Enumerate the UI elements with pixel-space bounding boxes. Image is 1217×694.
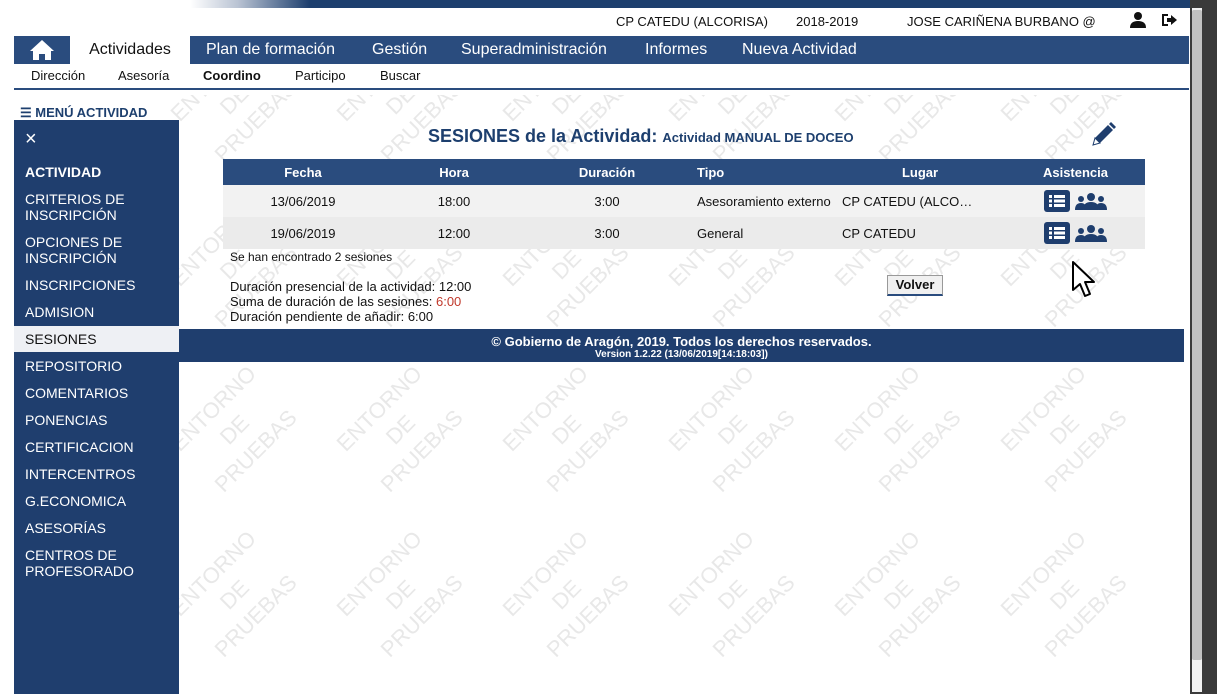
- scrollbar-thumb[interactable]: [1192, 10, 1202, 660]
- watermark-text: ENTORNODEPRUEBAS: [829, 360, 966, 497]
- nav-actividades[interactable]: Actividades: [70, 36, 190, 64]
- user-name: JOSE CARIÑENA BURBANO @: [907, 14, 1096, 29]
- nav-informes[interactable]: Informes: [645, 36, 707, 64]
- results-count: Se han encontrado 2 sesiones: [230, 250, 393, 264]
- sidebar-item-admision[interactable]: ADMISION: [25, 304, 94, 320]
- cell-asistencia: [1006, 217, 1145, 249]
- watermark-text: ENTORNODEPRUEBAS: [995, 360, 1132, 497]
- title-main: SESIONES de la Actividad:: [428, 126, 658, 146]
- pencil-icon[interactable]: [1088, 120, 1118, 150]
- duracion-presencial-label: Duración presencial de la actividad:: [230, 279, 436, 294]
- table-row[interactable]: 13/06/2019 18:00 3:00 Asesoramiento exte…: [223, 185, 1145, 217]
- col-lugar[interactable]: Lugar: [834, 159, 1006, 185]
- nav-nueva-actividad[interactable]: Nueva Actividad: [742, 36, 857, 64]
- close-icon[interactable]: ×: [25, 128, 37, 151]
- watermark-text: ENTORNODEPRUEBAS: [331, 360, 468, 497]
- cell-hora: 18:00: [383, 185, 525, 217]
- col-duracion[interactable]: Duración: [525, 159, 689, 185]
- logout-icon[interactable]: [1160, 11, 1180, 31]
- subnav-participo[interactable]: Participo: [295, 68, 346, 83]
- school-year: 2018-2019: [796, 14, 859, 29]
- suma-duracion-label: Suma de duración de las sesiones:: [230, 294, 433, 309]
- col-tipo[interactable]: Tipo: [689, 159, 834, 185]
- watermark-text: ENTORNODEPRUEBAS: [663, 525, 800, 662]
- nav-plan-formacion[interactable]: Plan de formación: [206, 36, 335, 64]
- duracion-pendiente-value: 6:00: [407, 309, 434, 324]
- cell-duracion: 3:00: [525, 185, 689, 217]
- main-nav: Actividades Plan de formación Gestión Su…: [14, 36, 1189, 64]
- top-band: [0, 0, 1190, 8]
- subnav-asesoria[interactable]: Asesoría: [118, 68, 169, 83]
- table-header-row: Fecha Hora Duración Tipo Lugar Asistenci…: [223, 159, 1145, 185]
- sidebar: × ACTIVIDAD CRITERIOS DE INSCRIPCIÓN OPC…: [14, 120, 179, 694]
- menu-actividad-toggle[interactable]: ☰ MENÚ ACTIVIDAD: [20, 105, 147, 121]
- sidebar-item-certificacion[interactable]: CERTIFICACION: [25, 439, 134, 455]
- user-icon[interactable]: [1129, 11, 1149, 31]
- volver-button[interactable]: Volver: [887, 275, 943, 296]
- subnav-direccion[interactable]: Dirección: [31, 68, 85, 83]
- sidebar-item-centros-profesorado[interactable]: CENTROS DE PROFESORADO: [25, 547, 155, 579]
- col-hora[interactable]: Hora: [383, 159, 525, 185]
- cell-lugar: CP CATEDU: [834, 217, 1006, 249]
- subnav-coordino[interactable]: Coordino: [203, 68, 261, 83]
- nav-superadministracion[interactable]: Superadministración: [461, 36, 607, 64]
- watermark-text: ENTORNODEPRUEBAS: [170, 360, 302, 497]
- nav-gestion[interactable]: Gestión: [372, 36, 427, 64]
- sidebar-item-actividad[interactable]: ACTIVIDAD: [25, 164, 101, 180]
- footer-copyright: © Gobierno de Aragón, 2019. Todos los de…: [491, 334, 872, 349]
- cell-lugar: CP CATEDU (ALCO…: [834, 185, 1006, 217]
- watermark-text: ENTORNODEPRUEBAS: [497, 525, 634, 662]
- watermark-text: ENTORNODEPRUEBAS: [170, 525, 302, 662]
- cell-duracion: 3:00: [525, 217, 689, 249]
- center-name: CP CATEDU (ALCORISA): [616, 14, 768, 29]
- cell-asistencia: [1006, 185, 1145, 217]
- attendance-list-icon[interactable]: [1043, 222, 1070, 244]
- home-icon[interactable]: [14, 36, 70, 64]
- duracion-presencial-value: 12:00: [438, 279, 472, 294]
- sidebar-item-ponencias[interactable]: PONENCIAS: [25, 412, 107, 428]
- sidebar-item-repositorio[interactable]: REPOSITORIO: [25, 358, 122, 374]
- col-fecha[interactable]: Fecha: [223, 159, 383, 185]
- footer: © Gobierno de Aragón, 2019. Todos los de…: [179, 329, 1184, 362]
- sidebar-item-sesiones[interactable]: SESIONES: [25, 331, 97, 347]
- sidebar-item-intercentros[interactable]: INTERCENTROS: [25, 466, 135, 482]
- watermark-text: ENTORNODEPRUEBAS: [995, 525, 1132, 662]
- duracion-presencial: Duración presencial de la actividad: 12:…: [230, 279, 471, 294]
- footer-version: Version 1.2.22 (13/06/2019[14:18:03]): [595, 349, 768, 360]
- cell-hora: 12:00: [383, 217, 525, 249]
- watermark-text: ENTORNODEPRUEBAS: [331, 525, 468, 662]
- cell-fecha: 19/06/2019: [223, 217, 383, 249]
- participants-icon[interactable]: [1074, 222, 1108, 244]
- subnav-buscar[interactable]: Buscar: [380, 68, 420, 83]
- watermark-text: ENTORNODEPRUEBAS: [663, 360, 800, 497]
- sessions-table: Fecha Hora Duración Tipo Lugar Asistenci…: [223, 159, 1145, 249]
- cell-tipo: General: [689, 217, 834, 249]
- cell-tipo: Asesoramiento externo: [689, 185, 834, 217]
- page-title: SESIONES de la Actividad: Actividad MANU…: [428, 126, 854, 147]
- sidebar-item-comentarios[interactable]: COMENTARIOS: [25, 385, 128, 401]
- duracion-pendiente: Duración pendiente de añadir: 6:00: [230, 309, 433, 324]
- sidebar-item-inscripciones[interactable]: INSCRIPCIONES: [25, 277, 135, 293]
- suma-duracion-value: 6:00: [435, 294, 462, 309]
- attendance-list-icon[interactable]: [1043, 190, 1070, 212]
- user-bar: CP CATEDU (ALCORISA) 2018-2019 JOSE CARI…: [0, 8, 1190, 36]
- sidebar-item-g-economica[interactable]: G.ECONOMICA: [25, 493, 126, 509]
- watermark-text: ENTORNODEPRUEBAS: [829, 525, 966, 662]
- page: ENTORNODEPRUEBASENTORNODEPRUEBASENTORNOD…: [0, 0, 1190, 694]
- participants-icon[interactable]: [1074, 190, 1108, 212]
- sidebar-item-criterios-inscripcion[interactable]: CRITERIOS DE INSCRIPCIÓN: [25, 191, 165, 223]
- sub-nav: Dirección Asesoría Coordino Participo Bu…: [14, 64, 1189, 90]
- mouse-cursor-icon: [1071, 260, 1097, 300]
- watermark-text: ENTORNODEPRUEBAS: [497, 360, 634, 497]
- cell-fecha: 13/06/2019: [223, 185, 383, 217]
- col-asistencia[interactable]: Asistencia: [1006, 159, 1145, 185]
- title-activity: Actividad MANUAL DE DOCEO: [662, 130, 854, 145]
- table-row[interactable]: 19/06/2019 12:00 3:00 General CP CATEDU: [223, 217, 1145, 249]
- sidebar-item-asesorias[interactable]: ASESORÍAS: [25, 520, 106, 536]
- duracion-pendiente-label: Duración pendiente de añadir:: [230, 309, 405, 324]
- suma-duracion: Suma de duración de las sesiones: 6:00: [230, 294, 461, 309]
- sidebar-item-opciones-inscripcion[interactable]: OPCIONES DE INSCRIPCIÓN: [25, 234, 165, 266]
